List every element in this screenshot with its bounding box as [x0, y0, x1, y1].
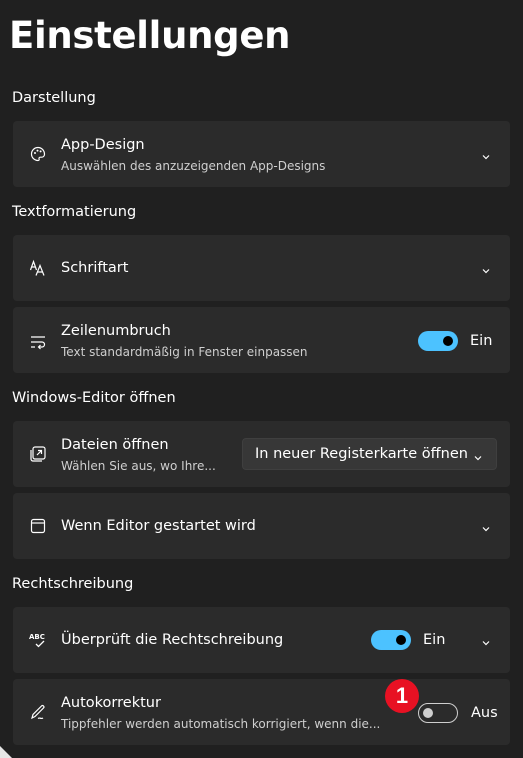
section-text-formatting: Textformatierung	[12, 204, 137, 220]
pen-icon	[29, 703, 47, 721]
open-files-label: Dateien öffnen	[61, 437, 169, 453]
word-wrap-card: Zeilenumbruch Text standardmäßig in Fens…	[13, 307, 510, 373]
resize-corner	[0, 746, 12, 758]
autocorrect-state: Aus	[471, 705, 498, 721]
open-files-dropdown-value: In neuer Registerkarte öffnen	[255, 446, 468, 462]
word-wrap-toggle[interactable]	[418, 331, 458, 351]
toggle-knob	[443, 336, 453, 346]
section-spelling: Rechtschreibung	[12, 576, 134, 592]
spellcheck-state: Ein	[423, 632, 446, 648]
section-appearance: Darstellung	[12, 90, 96, 106]
word-wrap-description: Text standardmäßig in Fenster einpassen	[61, 345, 308, 359]
app-design-card[interactable]: App-Design Auswählen des anzuzeigenden A…	[13, 121, 510, 187]
settings-page: Einstellungen Darstellung App-Design Aus…	[0, 0, 523, 758]
autocorrect-toggle[interactable]	[418, 703, 458, 723]
spellcheck-label: Überprüft die Rechtschreibung	[61, 632, 284, 648]
open-files-dropdown[interactable]: In neuer Registerkarte öffnen	[242, 438, 497, 470]
autocorrect-card: Autokorrektur Tippfehler werden automati…	[13, 679, 510, 745]
word-wrap-icon	[29, 333, 47, 351]
chevron-down-icon[interactable]	[480, 520, 492, 532]
word-wrap-label: Zeilenumbruch	[61, 323, 171, 339]
font-label: Schriftart	[61, 260, 129, 276]
chevron-down-icon[interactable]	[480, 634, 492, 646]
toggle-knob	[423, 708, 433, 718]
open-files-description: Wählen Sie aus, wo Ihre...	[61, 459, 216, 473]
chevron-down-icon[interactable]	[480, 148, 492, 160]
font-icon	[29, 259, 47, 277]
toggle-knob	[396, 635, 406, 645]
spellcheck-icon: ABC	[29, 631, 47, 649]
annotation-badge: 1	[385, 679, 419, 713]
app-design-label: App-Design	[61, 137, 145, 153]
page-title: Einstellungen	[9, 14, 291, 57]
word-wrap-state: Ein	[470, 333, 493, 349]
app-design-description: Auswählen des anzuzeigenden App-Designs	[61, 159, 326, 173]
open-files-card: Dateien öffnen Wählen Sie aus, wo Ihre..…	[13, 421, 510, 487]
chevron-down-icon[interactable]	[480, 262, 492, 274]
palette-icon	[29, 145, 47, 163]
autocorrect-label: Autokorrektur	[61, 695, 161, 711]
svg-text:ABC: ABC	[29, 633, 45, 641]
window-icon	[29, 517, 47, 535]
chevron-down-icon	[472, 449, 484, 461]
section-open-editor: Windows-Editor öffnen	[12, 390, 176, 406]
spellcheck-toggle[interactable]	[371, 630, 411, 650]
spellcheck-card[interactable]: ABC Überprüft die Rechtschreibung Ein	[13, 607, 510, 673]
on-start-label: Wenn Editor gestartet wird	[61, 518, 256, 534]
autocorrect-description: Tippfehler werden automatisch korrigiert…	[61, 717, 381, 731]
open-files-icon	[29, 445, 47, 463]
font-card[interactable]: Schriftart	[13, 235, 510, 301]
on-start-card[interactable]: Wenn Editor gestartet wird	[13, 493, 510, 559]
